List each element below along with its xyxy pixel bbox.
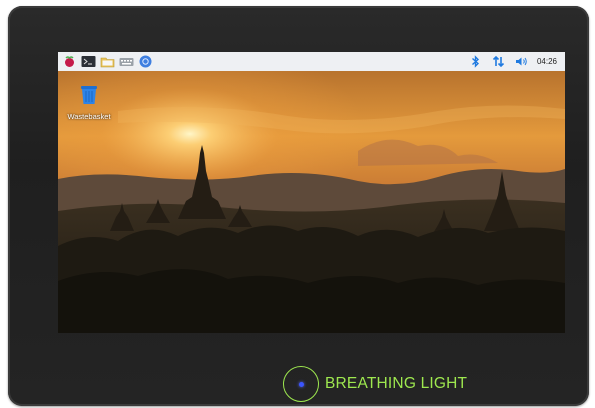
desktop-icon-wastebasket[interactable]: Wastebasket bbox=[64, 85, 114, 121]
terminal-icon[interactable] bbox=[81, 55, 96, 68]
system-tray: 04:26 bbox=[468, 55, 557, 68]
desktop-wallpaper bbox=[58, 71, 565, 333]
network-icon[interactable] bbox=[491, 55, 506, 68]
breathing-light-led bbox=[298, 381, 304, 387]
raspberry-menu-icon[interactable] bbox=[62, 55, 77, 68]
desktop-icon-label: Wastebasket bbox=[67, 112, 111, 121]
bluetooth-icon[interactable] bbox=[468, 55, 483, 68]
breathing-light-indicator: BREATHING LIGHT bbox=[283, 366, 467, 402]
taskbar-launchers bbox=[62, 55, 153, 68]
display-bezel: 04:26 Wastebasket bbox=[8, 6, 589, 406]
breathing-light-label: BREATHING LIGHT bbox=[325, 375, 468, 392]
wastebasket-icon bbox=[78, 85, 100, 110]
chromium-browser-icon[interactable] bbox=[138, 55, 153, 68]
taskbar: 04:26 bbox=[58, 52, 565, 72]
file-manager-icon[interactable] bbox=[100, 55, 115, 68]
volume-icon[interactable] bbox=[514, 55, 529, 68]
taskbar-clock[interactable]: 04:26 bbox=[537, 57, 557, 66]
screen: 04:26 Wastebasket bbox=[58, 52, 565, 333]
breathing-light-ring bbox=[283, 366, 319, 402]
keyboard-icon[interactable] bbox=[119, 55, 134, 68]
